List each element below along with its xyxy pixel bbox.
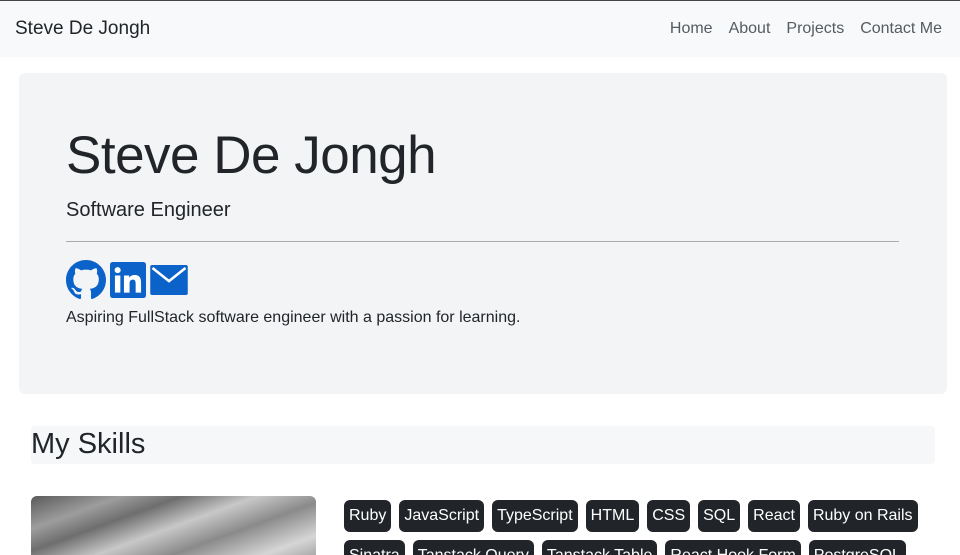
- skill-badge: Sinatra: [344, 540, 405, 555]
- skill-badge: Tanstack Query: [412, 540, 534, 555]
- navbar: Steve De Jongh Home About Projects Conta…: [0, 0, 960, 57]
- nav-home[interactable]: Home: [670, 20, 713, 38]
- skills-title: My Skills: [31, 428, 146, 460]
- nav-contact[interactable]: Contact Me: [860, 20, 942, 38]
- skill-badge: JavaScript: [399, 500, 485, 532]
- email-link[interactable]: [150, 265, 188, 295]
- hero-role: Software Engineer: [66, 199, 231, 221]
- social-links: [66, 260, 188, 300]
- hero-section: Steve De Jongh Software Engineer Aspirin…: [19, 73, 947, 394]
- skill-badge: React: [748, 500, 800, 532]
- hero-divider: [66, 241, 899, 242]
- skill-badge: Tanstack Table: [541, 540, 658, 555]
- skill-badge: SQL: [698, 500, 741, 532]
- skill-badge: TypeScript: [492, 500, 578, 532]
- skills-header: My Skills: [31, 426, 935, 464]
- skill-badge: CSS: [647, 500, 691, 532]
- skill-badges: Ruby JavaScript TypeScript HTML CSS SQL …: [344, 500, 924, 555]
- linkedin-link[interactable]: [110, 262, 146, 298]
- nav-about[interactable]: About: [729, 20, 771, 38]
- github-link[interactable]: [66, 260, 106, 300]
- skill-badge: Ruby: [344, 500, 392, 532]
- skill-badge: Ruby on Rails: [807, 500, 918, 532]
- email-icon: [150, 265, 188, 295]
- github-icon: [66, 260, 106, 300]
- profile-photo: [31, 496, 316, 555]
- skill-badge: HTML: [585, 500, 640, 532]
- hero-name: Steve De Jongh: [66, 126, 437, 185]
- nav-projects[interactable]: Projects: [786, 20, 844, 38]
- skill-badge: React Hook Form: [665, 540, 801, 555]
- skill-badge: PostgreSQL: [808, 540, 906, 555]
- nav-links: Home About Projects Contact Me: [670, 20, 942, 38]
- linkedin-icon: [110, 262, 146, 298]
- hero-description: Aspiring FullStack software engineer wit…: [66, 309, 521, 326]
- brand-link[interactable]: Steve De Jongh: [15, 18, 150, 40]
